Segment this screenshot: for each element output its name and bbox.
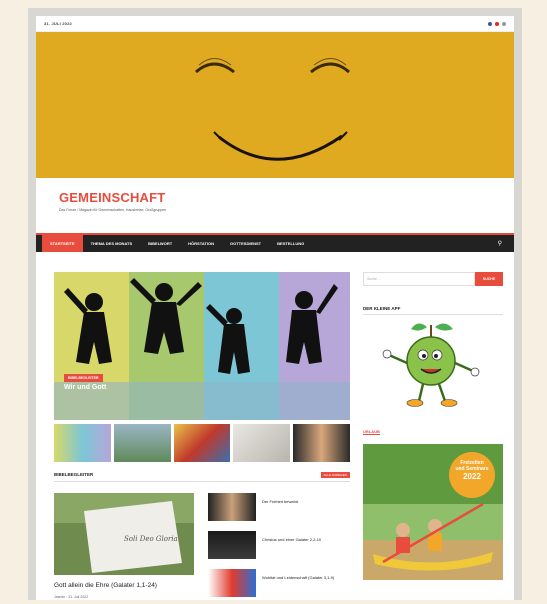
widget-title-apple: DER KLEINE APF (363, 306, 503, 315)
list-item[interactable]: Christus und einer Galater 2,2-10 (208, 531, 350, 559)
nav-item-gottesdienst[interactable]: GOTTESDIENST (222, 235, 269, 252)
list-thumbnail (208, 531, 256, 559)
smiley-face-illustration (195, 58, 350, 161)
social-icons (488, 21, 506, 26)
feature-image[interactable]: Soli Deo Gloria (54, 493, 194, 575)
main-navigation: STARTSEITE THEMA DES MONATS BIBELWORT HÖ… (36, 233, 514, 252)
youtube-icon[interactable] (495, 21, 499, 26)
feature-card-photo: Soli Deo Gloria (54, 493, 194, 575)
search-input[interactable]: Suche ... (363, 272, 475, 286)
list-item[interactable]: Wohltat und Leidenschaft (Galater 3,1-9) (208, 569, 350, 597)
thumbnail-5[interactable] (293, 424, 350, 462)
slide-title[interactable]: Wir und Gott (64, 384, 106, 391)
sidebar-search: Suche ... SUCHE (363, 272, 503, 286)
header-banner (36, 32, 514, 178)
slide-category-badge[interactable]: BIBELBEGLEITER (64, 374, 103, 382)
search-icon[interactable]: ⚲ (498, 240, 502, 247)
thumbnail-3[interactable] (173, 424, 231, 462)
facebook-icon[interactable] (488, 21, 492, 26)
apple-mascot-image[interactable] (363, 315, 503, 415)
top-bar: 31. JULI 2022 (36, 16, 514, 32)
thumbnail-1[interactable] (54, 424, 111, 462)
site-branding: GEMEINSCHAFT Das Forum / Magazin für Gem… (36, 178, 514, 233)
rss-icon[interactable] (502, 21, 506, 26)
browser-frame: 31. JULI 2022 GEMEINSCHAFT Das Forum / M… (28, 8, 522, 600)
promo-badge: Freizeiten und Seminare 2022 (449, 452, 495, 498)
web-page: 31. JULI 2022 GEMEINSCHAFT Das Forum / M… (36, 16, 514, 600)
feature-card-text: Soli Deo Gloria (124, 535, 178, 543)
list-thumbnail (208, 569, 256, 597)
site-title[interactable]: GEMEINSCHAFT (59, 190, 514, 205)
site-tagline: Das Forum / Magazin für Gemeinschaften, … (59, 208, 167, 212)
list-item-title[interactable]: Wohltat und Leidenschaft (Galater 3,1-9) (262, 569, 334, 597)
promo-year: 2022 (463, 472, 481, 481)
section-header: BIBELBEGLEITER ALLE ANZEIGEN (54, 472, 350, 482)
nav-item-bestellung[interactable]: BESTELLUNG (269, 235, 312, 252)
apple-mascot-illustration (382, 323, 480, 407)
thumbnail-4[interactable] (233, 424, 291, 462)
list-thumbnail (208, 493, 256, 521)
slider-thumbnails (54, 424, 350, 462)
nav-item-thema[interactable]: THEMA DES MONATS (83, 235, 141, 252)
nav-item-startseite[interactable]: STARTSEITE (42, 235, 83, 252)
promo-banner[interactable]: Freizeiten und Seminare 2022 (363, 444, 503, 580)
feature-title[interactable]: Gott allein die Ehre (Galater 1,1-24) (54, 582, 157, 589)
view-all-button[interactable]: ALLE ANZEIGEN (320, 472, 350, 478)
featured-slider[interactable]: BIBELBEGLEITER Wir und Gott (54, 272, 350, 420)
search-button[interactable]: SUCHE (475, 272, 503, 286)
date-label: 31. JULI 2022 (44, 21, 72, 26)
thumbnail-2[interactable] (113, 424, 171, 462)
nav-item-bibelwort[interactable]: BIBELWORT (140, 235, 180, 252)
widget-title-urlaub: URLAUB (363, 429, 380, 435)
sidebar: Suche ... SUCHE DER KLEINE APF URLAUB Fr… (363, 272, 503, 580)
list-item-title[interactable]: Der Freiheit bewahrt (262, 493, 298, 521)
list-item-title[interactable]: Christus und einer Galater 2,2-10 (262, 531, 321, 559)
feature-meta: Jasmin · 31. Juli 2022 (54, 595, 89, 599)
slider-image (54, 272, 350, 420)
list-item[interactable]: Der Freiheit bewahrt (208, 493, 350, 521)
post-list: Der Freiheit bewahrt Christus und einer … (208, 493, 350, 600)
nav-item-hoerstation[interactable]: HÖRSTATION (180, 235, 222, 252)
section-title: BIBELBEGLEITER (54, 472, 94, 477)
